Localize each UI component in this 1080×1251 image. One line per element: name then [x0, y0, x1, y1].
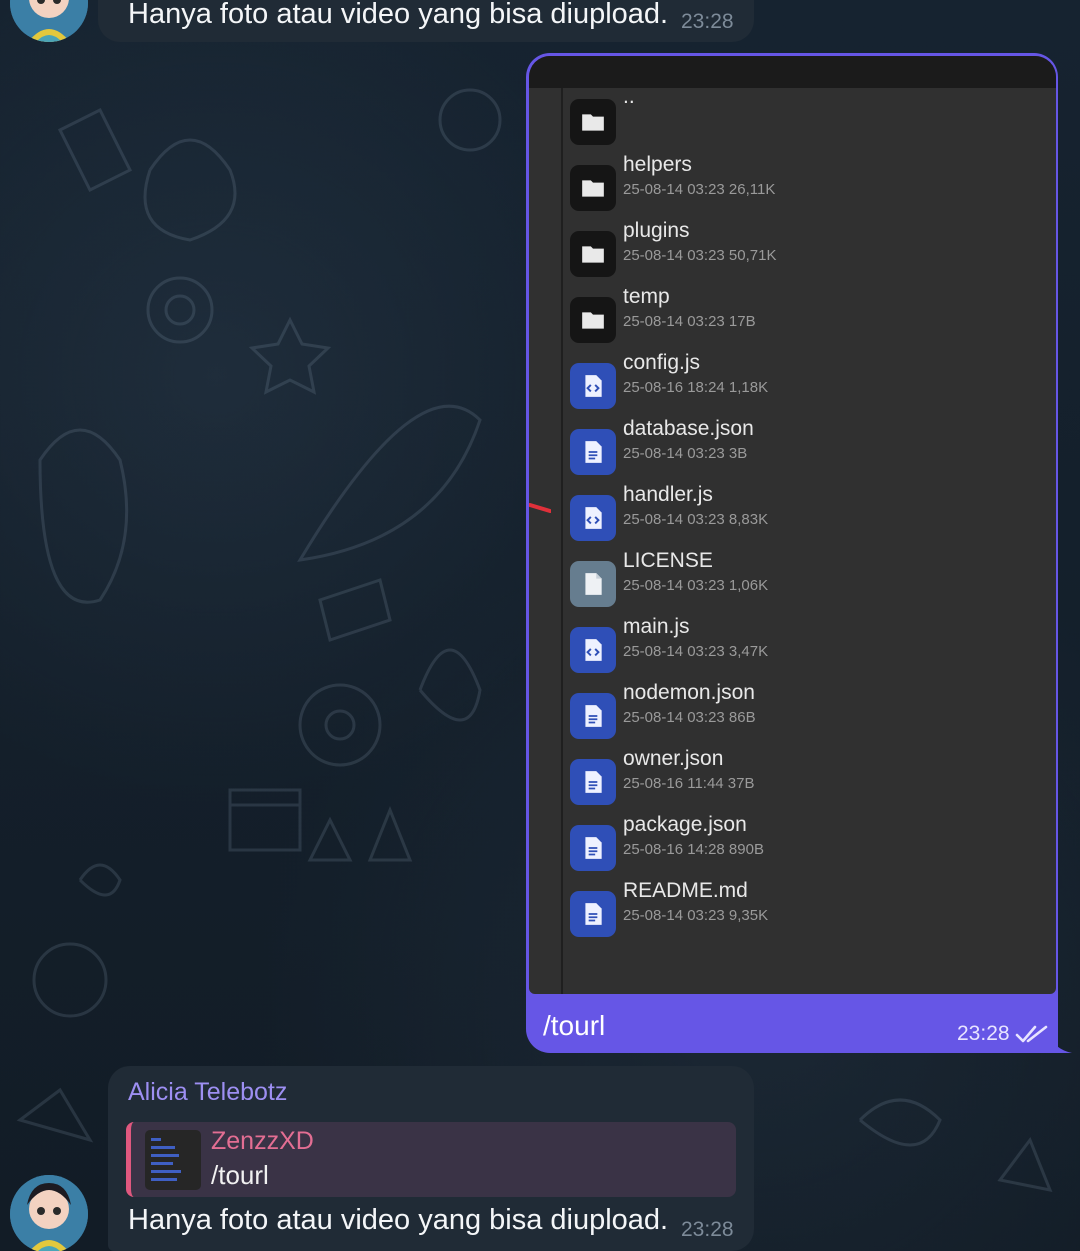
file-name: ..: [623, 85, 635, 108]
file-name: helpers: [623, 153, 692, 176]
file-list-item[interactable]: README.md 25-08-14 03:23 9,35K: [570, 879, 1040, 951]
file-meta: 25-08-14 03:23 8,83K: [623, 511, 769, 528]
code-file-icon: [570, 495, 616, 541]
quoted-sender-name: ZenzzXD: [211, 1127, 314, 1155]
file-list-item[interactable]: helpers 25-08-14 03:23 26,11K: [570, 153, 1040, 225]
file-meta: 25-08-16 11:44 37B: [623, 775, 755, 792]
bot-avatar-image: [10, 1175, 88, 1251]
message-time: 23:28: [957, 1022, 1010, 1045]
incoming-message-bubble[interactable]: Hanya foto atau video yang bisa diupload…: [98, 0, 754, 42]
document-file-icon: [570, 825, 616, 871]
avatar[interactable]: [10, 0, 88, 42]
red-scribble-mark: [529, 503, 551, 513]
quoted-text: /tourl: [211, 1160, 269, 1190]
message-text: Hanya foto atau video yang bisa diupload…: [128, 1204, 669, 1236]
file-list-item[interactable]: owner.json 25-08-16 11:44 37B: [570, 747, 1040, 819]
file-list-item[interactable]: ..: [570, 85, 1040, 159]
file-name: nodemon.json: [623, 681, 755, 704]
file-name: README.md: [623, 879, 748, 902]
file-name: config.js: [623, 351, 701, 374]
code-file-icon: [570, 363, 616, 409]
file-name: plugins: [623, 219, 690, 242]
quoted-message[interactable]: ZenzzXD /tourl: [126, 1122, 736, 1197]
message-text: Hanya foto atau video yang bisa diupload…: [128, 0, 669, 30]
code-file-icon: [570, 627, 616, 673]
file-list-item[interactable]: package.json 25-08-16 14:28 890B: [570, 813, 1040, 885]
folder-icon: [570, 297, 616, 343]
file-list-item[interactable]: handler.js 25-08-14 03:23 8,83K: [570, 483, 1040, 555]
file-name: database.json: [623, 417, 754, 440]
document-file-icon: [570, 693, 616, 739]
folder-icon: [570, 99, 616, 145]
file-list-item[interactable]: nodemon.json 25-08-14 03:23 86B: [570, 681, 1040, 753]
file-meta: 25-08-14 03:23 9,35K: [623, 907, 769, 924]
plain-file-icon: [570, 561, 616, 607]
folder-icon: [570, 165, 616, 211]
file-name: main.js: [623, 615, 690, 638]
file-meta: 25-08-14 03:23 17B: [623, 313, 756, 330]
document-file-icon: [570, 429, 616, 475]
sender-name[interactable]: Alicia Telebotz: [128, 1078, 287, 1107]
screenshot-divider: [561, 88, 563, 994]
message-time: 23:28: [681, 10, 734, 33]
message-caption: /tourl: [543, 1010, 606, 1041]
document-file-icon: [570, 759, 616, 805]
file-meta: 25-08-16 18:24 1,18K: [623, 379, 769, 396]
file-meta: 25-08-14 03:23 50,71K: [623, 247, 777, 264]
file-name: package.json: [623, 813, 747, 836]
file-name: temp: [623, 285, 670, 308]
document-file-icon: [570, 891, 616, 937]
file-name: owner.json: [623, 747, 724, 770]
message-time: 23:28: [681, 1218, 734, 1241]
file-list-item[interactable]: LICENSE 25-08-14 03:23 1,06K: [570, 549, 1040, 621]
bubble-tail: [1050, 1035, 1072, 1053]
screenshot-topbar: [529, 56, 1056, 88]
file-meta: 25-08-14 03:23 3,47K: [623, 643, 769, 660]
file-list-item[interactable]: database.json 25-08-14 03:23 3B: [570, 417, 1040, 489]
file-list-item[interactable]: main.js 25-08-14 03:23 3,47K: [570, 615, 1040, 687]
quoted-thumbnail: [145, 1130, 201, 1190]
file-meta: 25-08-14 03:23 3B: [623, 445, 748, 462]
bot-avatar-image: [10, 0, 88, 42]
file-name: LICENSE: [623, 549, 713, 572]
file-meta: 25-08-16 14:28 890B: [623, 841, 764, 858]
avatar[interactable]: [10, 1175, 88, 1251]
file-list-item[interactable]: temp 25-08-14 03:23 17B: [570, 285, 1040, 357]
file-meta: 25-08-14 03:23 86B: [623, 709, 756, 726]
file-list-item[interactable]: plugins 25-08-14 03:23 50,71K: [570, 219, 1040, 291]
file-meta: 25-08-14 03:23 26,11K: [623, 181, 776, 198]
folder-icon: [570, 231, 616, 277]
double-check-icon: [1015, 1025, 1048, 1043]
file-name: handler.js: [623, 483, 713, 506]
file-list-item[interactable]: config.js 25-08-16 18:24 1,18K: [570, 351, 1040, 423]
file-meta: 25-08-14 03:23 1,06K: [623, 577, 769, 594]
